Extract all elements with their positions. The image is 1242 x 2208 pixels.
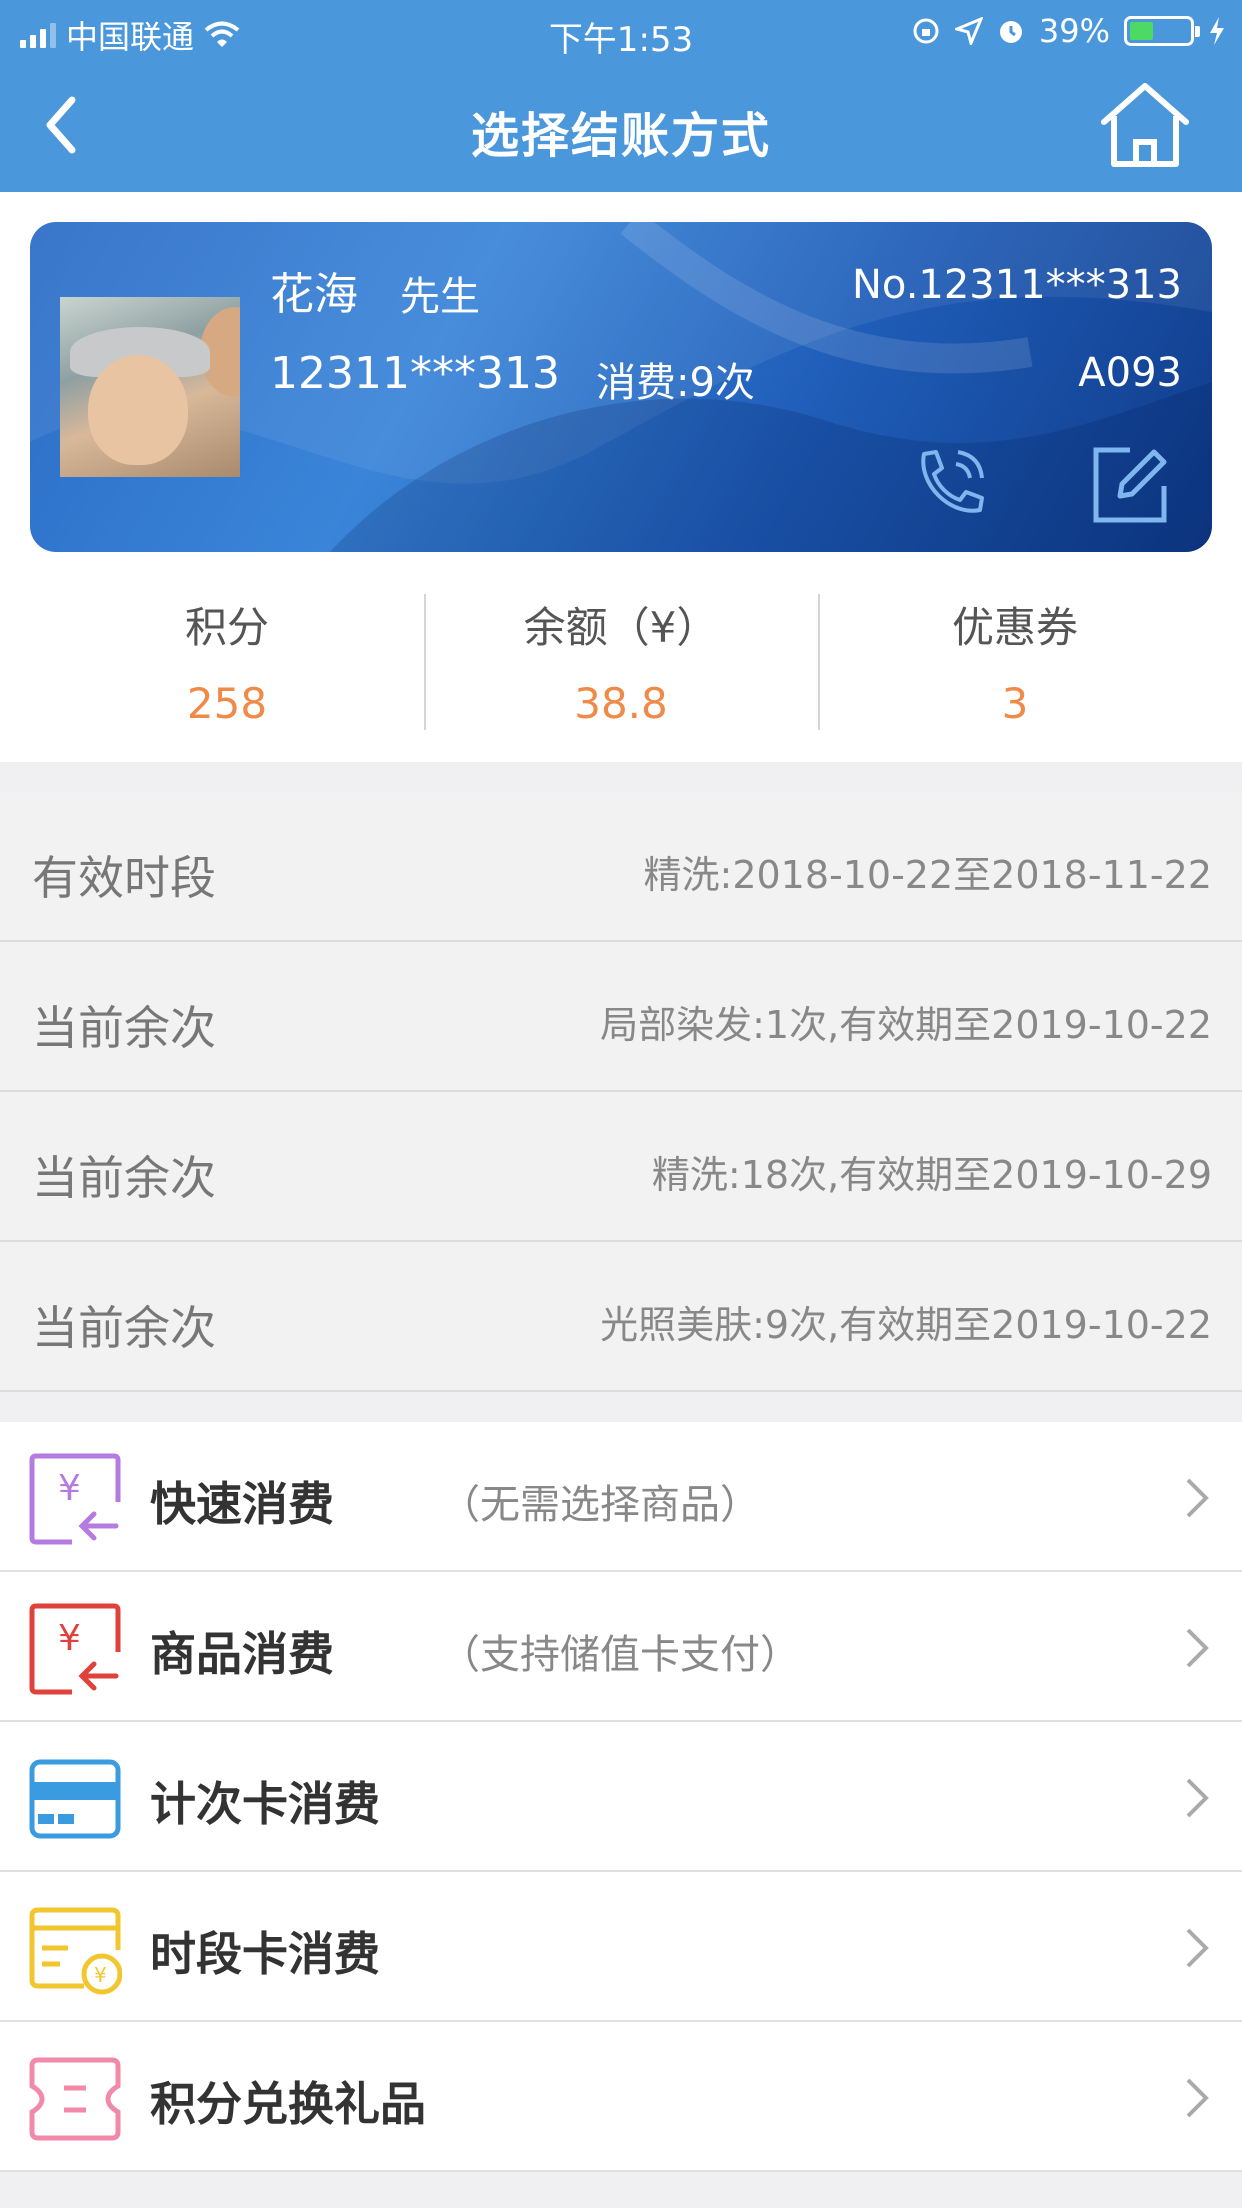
visit-count: 消费:9次 (596, 360, 755, 406)
card-info-list: 有效时段 精洗:2018-10-22至2018-11-22 当前余次 局部染发:… (0, 792, 1242, 1392)
menu-label: 商品消费 (150, 1627, 334, 1681)
menu-sublabel: （支持储值卡支付） (440, 1632, 800, 1678)
home-icon[interactable] (1098, 80, 1192, 170)
gift-exchange-icon (29, 2057, 121, 2141)
avatar (60, 297, 240, 477)
svg-text:¥: ¥ (58, 1618, 81, 1659)
card-number: No.12311***313 (852, 262, 1182, 308)
menu-label: 计次卡消费 (150, 1777, 380, 1831)
menu-sublabel: （无需选择商品） (440, 1482, 760, 1528)
chevron-right-icon (1186, 2078, 1209, 2118)
chevron-right-icon (1186, 1778, 1209, 1818)
info-row: 当前余次 光照美肤:9次,有效期至2019-10-22 (0, 1242, 1242, 1392)
chevron-right-icon (1186, 1928, 1209, 1968)
member-stats: 积分 258 余额（¥） 38.8 优惠券 3 (0, 578, 1242, 730)
checkout-method-list: ¥ 快速消费 （无需选择商品） ¥ 商品消费 （支持储值卡支付） 计次卡消费 ¥… (0, 1422, 1242, 2172)
phone-call-icon[interactable] (910, 444, 990, 524)
edit-icon[interactable] (1090, 444, 1170, 524)
info-row: 有效时段 精洗:2018-10-22至2018-11-22 (0, 792, 1242, 942)
stat-label: 余额（¥） (523, 603, 719, 652)
charging-icon (1210, 17, 1224, 45)
count-card-icon (29, 1759, 121, 1839)
info-value: 局部染发:1次,有效期至2019-10-22 (600, 1003, 1212, 1047)
status-right: 39% (911, 12, 1226, 50)
stat-value: 258 (186, 679, 268, 728)
menu-item-quick-pay[interactable]: ¥ 快速消费 （无需选择商品） (0, 1422, 1242, 1572)
info-key: 当前余次 (32, 1001, 216, 1055)
svg-text:¥: ¥ (58, 1468, 81, 1509)
info-key: 当前余次 (32, 1151, 216, 1205)
info-row: 当前余次 局部染发:1次,有效期至2019-10-22 (0, 942, 1242, 1092)
info-key: 有效时段 (32, 851, 216, 905)
menu-label: 时段卡消费 (150, 1927, 380, 1981)
stat-balance[interactable]: 余额（¥） 38.8 (424, 578, 818, 728)
stat-coupons[interactable]: 优惠券 3 (818, 578, 1212, 728)
top-bar: 中国联通 下午1:53 39% 选择结账方式 (0, 0, 1242, 192)
stat-label: 积分 (184, 603, 269, 652)
menu-label: 积分兑换礼品 (150, 2077, 426, 2131)
battery-icon (1124, 16, 1200, 46)
menu-item-count-card[interactable]: 计次卡消费 (0, 1722, 1242, 1872)
menu-item-product-pay[interactable]: ¥ 商品消费 （支持储值卡支付） (0, 1572, 1242, 1722)
info-value: 光照美肤:9次,有效期至2019-10-22 (600, 1303, 1212, 1347)
quick-pay-icon: ¥ (29, 1453, 121, 1545)
info-row: 当前余次 精洗:18次,有效期至2019-10-29 (0, 1092, 1242, 1242)
info-key: 当前余次 (32, 1301, 216, 1355)
member-card[interactable]: 花海 先生 No.12311***313 12311***313 消费:9次 A… (30, 222, 1212, 552)
member-gender: 先生 (400, 274, 480, 320)
member-name: 花海 (270, 269, 358, 320)
product-pay-icon: ¥ (29, 1603, 121, 1695)
menu-item-gift-exchange[interactable]: 积分兑换礼品 (0, 2022, 1242, 2172)
stat-label: 优惠券 (951, 603, 1078, 652)
chevron-right-icon (1186, 1628, 1209, 1668)
period-card-icon: ¥ (29, 1907, 122, 1995)
location-icon (954, 17, 983, 45)
svg-text:¥: ¥ (94, 1963, 107, 1987)
stat-value: 38.8 (574, 679, 668, 728)
battery-percent: 39% (1038, 12, 1110, 50)
info-value: 精洗:2018-10-22至2018-11-22 (643, 853, 1212, 897)
page-title: 选择结账方式 (470, 108, 771, 164)
nav-bar: 选择结账方式 (0, 62, 1242, 192)
menu-item-period-card[interactable]: ¥ 时段卡消费 (0, 1872, 1242, 2022)
orientation-lock-icon (913, 18, 939, 44)
info-value: 精洗:18次,有效期至2019-10-29 (651, 1153, 1212, 1197)
alarm-icon (999, 21, 1022, 43)
member-phone: 12311***313 (270, 348, 560, 399)
member-section: 花海 先生 No.12311***313 12311***313 消费:9次 A… (0, 192, 1242, 762)
chevron-right-icon (1186, 1478, 1209, 1518)
member-code: A093 (1078, 350, 1182, 396)
menu-label: 快速消费 (150, 1477, 334, 1531)
stat-value: 3 (1001, 679, 1029, 728)
stat-points[interactable]: 积分 258 (30, 578, 424, 728)
status-bar: 中国联通 下午1:53 39% (0, 0, 1242, 62)
